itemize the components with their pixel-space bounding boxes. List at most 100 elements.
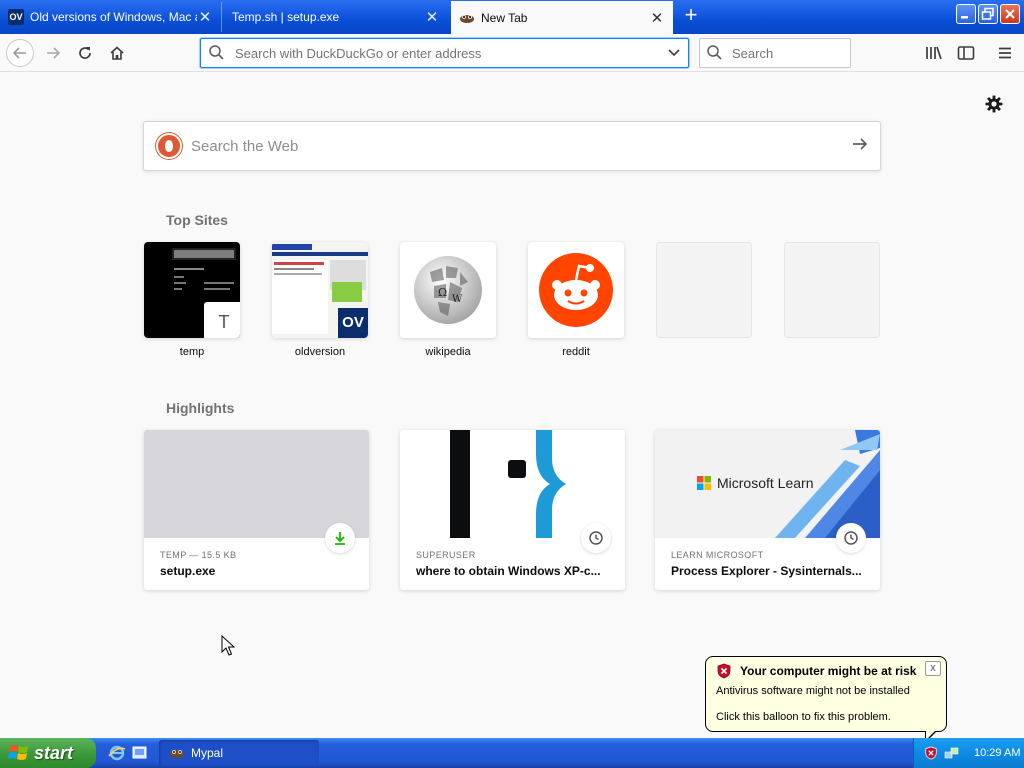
browser-logo-icon [459, 10, 475, 26]
search-bar[interactable]: Search [699, 38, 851, 68]
security-shield-icon[interactable] [924, 746, 938, 760]
download-icon [325, 523, 355, 553]
top-site-label: wikipedia [425, 346, 471, 358]
highlight-thumbnail [400, 430, 625, 538]
sidebar-icon [957, 46, 975, 60]
tab-oldversion[interactable]: OV Old versions of Windows, Mac and Linu… [0, 2, 222, 32]
duckduckgo-logo-icon [156, 133, 182, 159]
home-button[interactable] [103, 39, 131, 67]
balloon-action-text[interactable]: Click this balloon to fix this problem. [716, 711, 891, 723]
highlight-context: LEARN MICROSOFT [671, 550, 764, 560]
top-site-wikipedia[interactable]: Ω W wikipedia [400, 242, 496, 358]
search-icon [707, 45, 722, 60]
highlight-context: SUPERUSER [416, 550, 476, 560]
minimize-button[interactable] [956, 4, 976, 24]
tab-title: Old versions of Windows, Mac and Linux s… [30, 10, 197, 24]
chevron-down-icon[interactable] [660, 39, 688, 67]
highlight-thumbnail: Microsoft Learn [655, 430, 880, 538]
top-site-label: reddit [562, 346, 590, 358]
site-letter-badge: T [204, 302, 240, 338]
windows-logo-icon [8, 745, 28, 760]
top-site-oldversion[interactable]: OV oldversion [272, 242, 368, 358]
reddit-logo-icon [539, 253, 613, 327]
top-site-thumbnail: Ω W [400, 242, 496, 338]
top-site-empty[interactable] [784, 242, 880, 338]
library-button[interactable] [920, 39, 948, 67]
forward-button[interactable] [39, 39, 67, 67]
top-site-thumbnail: OV [272, 242, 368, 338]
svg-text:W: W [452, 294, 463, 305]
top-site-temp[interactable]: T temp [144, 242, 240, 358]
tab-strip: OV Old versions of Windows, Mac and Linu… [0, 0, 1024, 34]
home-icon [110, 46, 124, 60]
back-button[interactable] [6, 39, 34, 67]
highlight-thumbnail [144, 430, 369, 538]
web-search-box[interactable]: Search the Web [143, 121, 881, 171]
highlights-title: Highlights [166, 400, 235, 416]
top-site-label: temp [179, 346, 205, 358]
tab-temp-sh[interactable]: Temp.sh | setup.exe ✕ [224, 2, 448, 32]
library-icon [926, 46, 942, 60]
system-tray: 10:29 AM [913, 738, 1024, 768]
wikipedia-globe-icon: Ω W [414, 256, 482, 324]
highlight-card-setup-exe[interactable]: TEMP — 15.5 KB setup.exe [144, 430, 369, 590]
menu-button[interactable] [991, 39, 1019, 67]
taskbar-item-label: Mypal [191, 746, 224, 760]
microsoft-logo-icon [697, 476, 711, 490]
reload-button[interactable] [71, 39, 99, 67]
window-close-button[interactable] [1000, 4, 1020, 24]
clock-icon [581, 523, 611, 553]
highlight-card-superuser[interactable]: SUPERUSER where to obtain Windows XP-c..… [400, 430, 625, 590]
url-bar-placeholder: Search with DuckDuckGo or enter address [235, 45, 482, 61]
search-icon [209, 45, 224, 60]
top-site-label: oldversion [294, 346, 346, 358]
tab-title: Temp.sh | setup.exe [232, 10, 340, 24]
close-tab-icon[interactable]: ✕ [197, 8, 213, 26]
start-label: start [34, 742, 74, 763]
internet-explorer-icon[interactable] [108, 744, 126, 762]
balloon-title: Your computer might be at risk [740, 664, 917, 678]
top-sites-title: Top Sites [166, 212, 228, 228]
taskbar-item-mypal[interactable]: Mypal [159, 740, 319, 766]
new-tab-button[interactable]: + [680, 4, 702, 28]
highlight-title: setup.exe [160, 564, 216, 578]
reload-icon [79, 47, 91, 59]
highlight-context: TEMP — 15.5 KB [160, 550, 237, 560]
highlight-title: Process Explorer - Sysinternals... [671, 564, 862, 578]
forward-arrow-icon [47, 47, 61, 59]
top-site-empty[interactable] [656, 242, 752, 338]
url-bar[interactable]: Search with DuckDuckGo or enter address [200, 38, 689, 68]
network-icon[interactable] [944, 746, 960, 760]
restore-button[interactable] [978, 4, 998, 24]
tab-new-tab[interactable]: New Tab ✕ [451, 1, 673, 34]
top-site-thumbnail: T [144, 242, 240, 338]
ov-logo-icon: OV [338, 308, 368, 338]
empty-tile [784, 242, 880, 338]
taskbar: start Mypal 10:29 AM [0, 738, 1024, 768]
close-tab-icon[interactable]: ✕ [424, 8, 440, 26]
balloon-close-button[interactable]: x [925, 661, 941, 676]
mypal-icon [170, 750, 184, 758]
svg-text:Ω: Ω [438, 286, 447, 299]
highlight-card-microsoft-learn[interactable]: Microsoft Learn LEARN MICROSOFT Process … [655, 430, 880, 590]
navigation-toolbar: Search with DuckDuckGo or enter address … [0, 34, 1024, 72]
gear-icon[interactable] [984, 94, 1004, 114]
show-desktop-icon[interactable] [131, 744, 149, 762]
sidebar-button[interactable] [952, 39, 980, 67]
close-tab-icon[interactable]: ✕ [649, 9, 665, 27]
security-shield-icon [717, 663, 731, 679]
tab-title: New Tab [481, 10, 528, 25]
search-submit-arrow-icon[interactable] [840, 135, 880, 158]
web-search-placeholder: Search the Web [191, 137, 299, 155]
top-site-reddit[interactable]: reddit [528, 242, 624, 358]
balloon-header: Your computer might be at risk [716, 663, 916, 679]
start-button[interactable]: start [0, 738, 96, 768]
highlight-title: where to obtain Windows XP-c... [416, 564, 601, 578]
security-balloon[interactable]: Your computer might be at risk x Antivir… [705, 656, 947, 743]
mouse-cursor-icon [221, 635, 235, 656]
clock-icon [836, 523, 866, 553]
clock: 10:29 AM [974, 747, 1021, 759]
empty-tile [656, 242, 752, 338]
ov-logo-icon: OV [8, 9, 24, 25]
microsoft-learn-logo: Microsoft Learn [697, 475, 813, 491]
